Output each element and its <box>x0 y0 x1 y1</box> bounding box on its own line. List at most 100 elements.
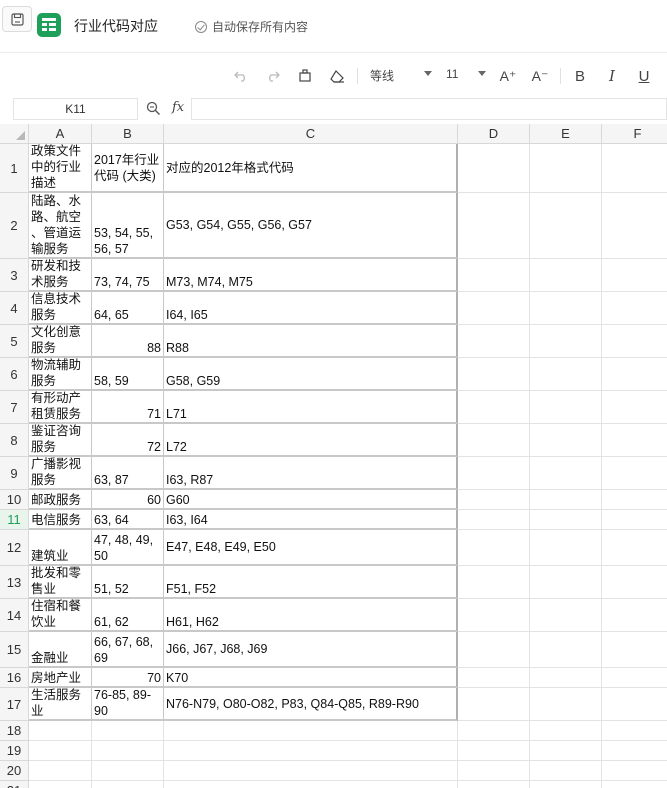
cell-f15[interactable] <box>602 632 667 668</box>
cell-c16[interactable]: K70 <box>164 668 458 688</box>
cell-a13[interactable]: 批发和零 售业 <box>29 566 92 599</box>
cell-b17[interactable]: 76-85, 89- 90 <box>92 688 164 721</box>
font-family-select[interactable]: 等线 <box>370 67 432 84</box>
cell-e19[interactable] <box>530 741 602 761</box>
cell-f11[interactable] <box>602 510 667 530</box>
cell-c7[interactable]: L71 <box>164 391 458 424</box>
cell-c15[interactable]: J66, J67, J68, J69 <box>164 632 458 668</box>
cell-c2[interactable]: G53, G54, G55, G56, G57 <box>164 193 458 259</box>
cell-e16[interactable] <box>530 668 602 688</box>
cell-c19[interactable] <box>164 741 458 761</box>
cell-f5[interactable] <box>602 325 667 358</box>
cell-f12[interactable] <box>602 530 667 566</box>
cell-f7[interactable] <box>602 391 667 424</box>
cell-b4[interactable]: 64, 65 <box>92 292 164 325</box>
row-header-12[interactable]: 12 <box>0 530 29 566</box>
cell-d10[interactable] <box>458 490 530 510</box>
cell-b16[interactable]: 70 <box>92 668 164 688</box>
cell-f17[interactable] <box>602 688 667 721</box>
cell-f18[interactable] <box>602 721 667 741</box>
cell-f3[interactable] <box>602 259 667 292</box>
row-header-2[interactable]: 2 <box>0 193 29 259</box>
cell-e18[interactable] <box>530 721 602 741</box>
increase-font-button[interactable]: A⁺ <box>498 65 518 87</box>
cell-d7[interactable] <box>458 391 530 424</box>
cell-f2[interactable] <box>602 193 667 259</box>
row-header-16[interactable]: 16 <box>0 668 29 688</box>
cell-c11[interactable]: I63, I64 <box>164 510 458 530</box>
cell-a12[interactable]: 建筑业 <box>29 530 92 566</box>
cell-e6[interactable] <box>530 358 602 391</box>
row-header-18[interactable]: 18 <box>0 721 29 741</box>
cell-b10[interactable]: 60 <box>92 490 164 510</box>
cell-d9[interactable] <box>458 457 530 490</box>
row-header-14[interactable]: 14 <box>0 599 29 632</box>
cell-b2[interactable]: 53, 54, 55, 56, 57 <box>92 193 164 259</box>
sheet-app-icon[interactable] <box>37 13 61 37</box>
row-header-9[interactable]: 9 <box>0 457 29 490</box>
cell-c4[interactable]: I64, I65 <box>164 292 458 325</box>
cell-f4[interactable] <box>602 292 667 325</box>
cell-a15[interactable]: 金融业 <box>29 632 92 668</box>
eraser-icon[interactable] <box>328 65 346 87</box>
cell-e2[interactable] <box>530 193 602 259</box>
cell-f21[interactable] <box>602 781 667 788</box>
cell-e14[interactable] <box>530 599 602 632</box>
cell-d11[interactable] <box>458 510 530 530</box>
cell-a11[interactable]: 电信服务 <box>29 510 92 530</box>
column-header-e[interactable]: E <box>530 124 602 144</box>
cell-f19[interactable] <box>602 741 667 761</box>
cell-b9[interactable]: 63, 87 <box>92 457 164 490</box>
row-header-6[interactable]: 6 <box>0 358 29 391</box>
row-header-11[interactable]: 11 <box>0 510 29 530</box>
cell-c1[interactable]: 对应的2012年格式代码 <box>164 144 458 193</box>
cell-c8[interactable]: L72 <box>164 424 458 457</box>
cell-f13[interactable] <box>602 566 667 599</box>
cell-e20[interactable] <box>530 761 602 781</box>
row-header-17[interactable]: 17 <box>0 688 29 721</box>
cell-d16[interactable] <box>458 668 530 688</box>
cell-e21[interactable] <box>530 781 602 788</box>
cell-a4[interactable]: 信息技术 服务 <box>29 292 92 325</box>
cell-b6[interactable]: 58, 59 <box>92 358 164 391</box>
row-header-8[interactable]: 8 <box>0 424 29 457</box>
cell-c18[interactable] <box>164 721 458 741</box>
select-all-corner[interactable] <box>0 124 29 144</box>
cell-a18[interactable] <box>29 721 92 741</box>
cell-e5[interactable] <box>530 325 602 358</box>
row-header-7[interactable]: 7 <box>0 391 29 424</box>
row-header-4[interactable]: 4 <box>0 292 29 325</box>
cell-d13[interactable] <box>458 566 530 599</box>
cell-d1[interactable] <box>458 144 530 193</box>
cell-d5[interactable] <box>458 325 530 358</box>
cell-b14[interactable]: 61, 62 <box>92 599 164 632</box>
cell-e9[interactable] <box>530 457 602 490</box>
cell-c12[interactable]: E47, E48, E49, E50 <box>164 530 458 566</box>
cell-b11[interactable]: 63, 64 <box>92 510 164 530</box>
cell-e7[interactable] <box>530 391 602 424</box>
cell-c9[interactable]: I63, R87 <box>164 457 458 490</box>
cell-f1[interactable] <box>602 144 667 193</box>
zoom-icon[interactable] <box>146 101 161 121</box>
cell-a1[interactable]: 政策文件 中的行业 描述 <box>29 144 92 193</box>
row-header-3[interactable]: 3 <box>0 259 29 292</box>
column-header-a[interactable]: A <box>29 124 92 144</box>
cell-d17[interactable] <box>458 688 530 721</box>
cell-f20[interactable] <box>602 761 667 781</box>
cell-d8[interactable] <box>458 424 530 457</box>
formula-input[interactable] <box>191 98 667 120</box>
format-painter-icon[interactable] <box>296 65 314 87</box>
cell-reference-box[interactable]: K11 <box>13 98 138 120</box>
cell-a20[interactable] <box>29 761 92 781</box>
cell-a7[interactable]: 有形动产 租赁服务 <box>29 391 92 424</box>
cell-b1[interactable]: 2017年行业 代码 (大类) <box>92 144 164 193</box>
cell-d19[interactable] <box>458 741 530 761</box>
cell-c10[interactable]: G60 <box>164 490 458 510</box>
cell-d14[interactable] <box>458 599 530 632</box>
cell-b8[interactable]: 72 <box>92 424 164 457</box>
cell-b7[interactable]: 71 <box>92 391 164 424</box>
cell-a19[interactable] <box>29 741 92 761</box>
redo-icon[interactable] <box>264 65 282 87</box>
column-header-d[interactable]: D <box>458 124 530 144</box>
cell-e15[interactable] <box>530 632 602 668</box>
